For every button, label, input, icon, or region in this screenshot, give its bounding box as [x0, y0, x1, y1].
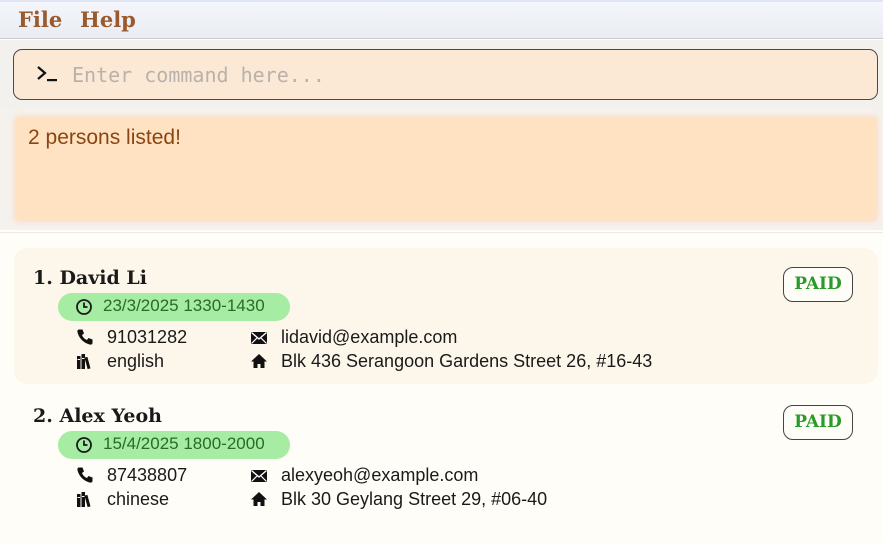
paid-badge: PAID — [783, 267, 853, 302]
phone-icon — [77, 329, 93, 345]
schedule-text: 23/3/2025 1330-1430 — [103, 296, 265, 315]
home-icon — [251, 354, 267, 368]
person-name: 2. Alex Yeoh — [33, 405, 162, 427]
subject-text: chinese — [107, 489, 170, 509]
schedule-text: 15/4/2025 1800-2000 — [103, 434, 265, 453]
person-name: 1. David Li — [33, 267, 147, 289]
phone-text: 87438807 — [107, 465, 188, 485]
menu-file[interactable]: File — [18, 7, 62, 32]
subject-text: english — [107, 351, 165, 371]
email-text: lidavid@example.com — [281, 327, 458, 347]
books-icon — [77, 354, 91, 370]
menu-help[interactable]: Help — [80, 7, 136, 32]
clock-icon — [76, 437, 92, 453]
address-text: Blk 30 Geylang Street 29, #06-40 — [281, 489, 548, 509]
home-icon — [251, 492, 267, 506]
menu-bar: File Help — [0, 0, 883, 39]
books-icon — [77, 492, 91, 508]
terminal-prompt-icon — [37, 66, 57, 82]
envelope-icon — [251, 331, 267, 344]
phone-text: 91031282 — [107, 327, 188, 347]
address-text: Blk 436 Serangoon Gardens Street 26, #16… — [281, 351, 653, 371]
command-input[interactable] — [72, 61, 852, 89]
email-text: alexyeoh@example.com — [281, 465, 479, 485]
envelope-icon — [251, 469, 267, 482]
result-message: 2 persons listed! — [28, 126, 181, 149]
phone-icon — [77, 467, 93, 483]
paid-badge: PAID — [783, 405, 853, 440]
clock-icon — [76, 299, 92, 315]
